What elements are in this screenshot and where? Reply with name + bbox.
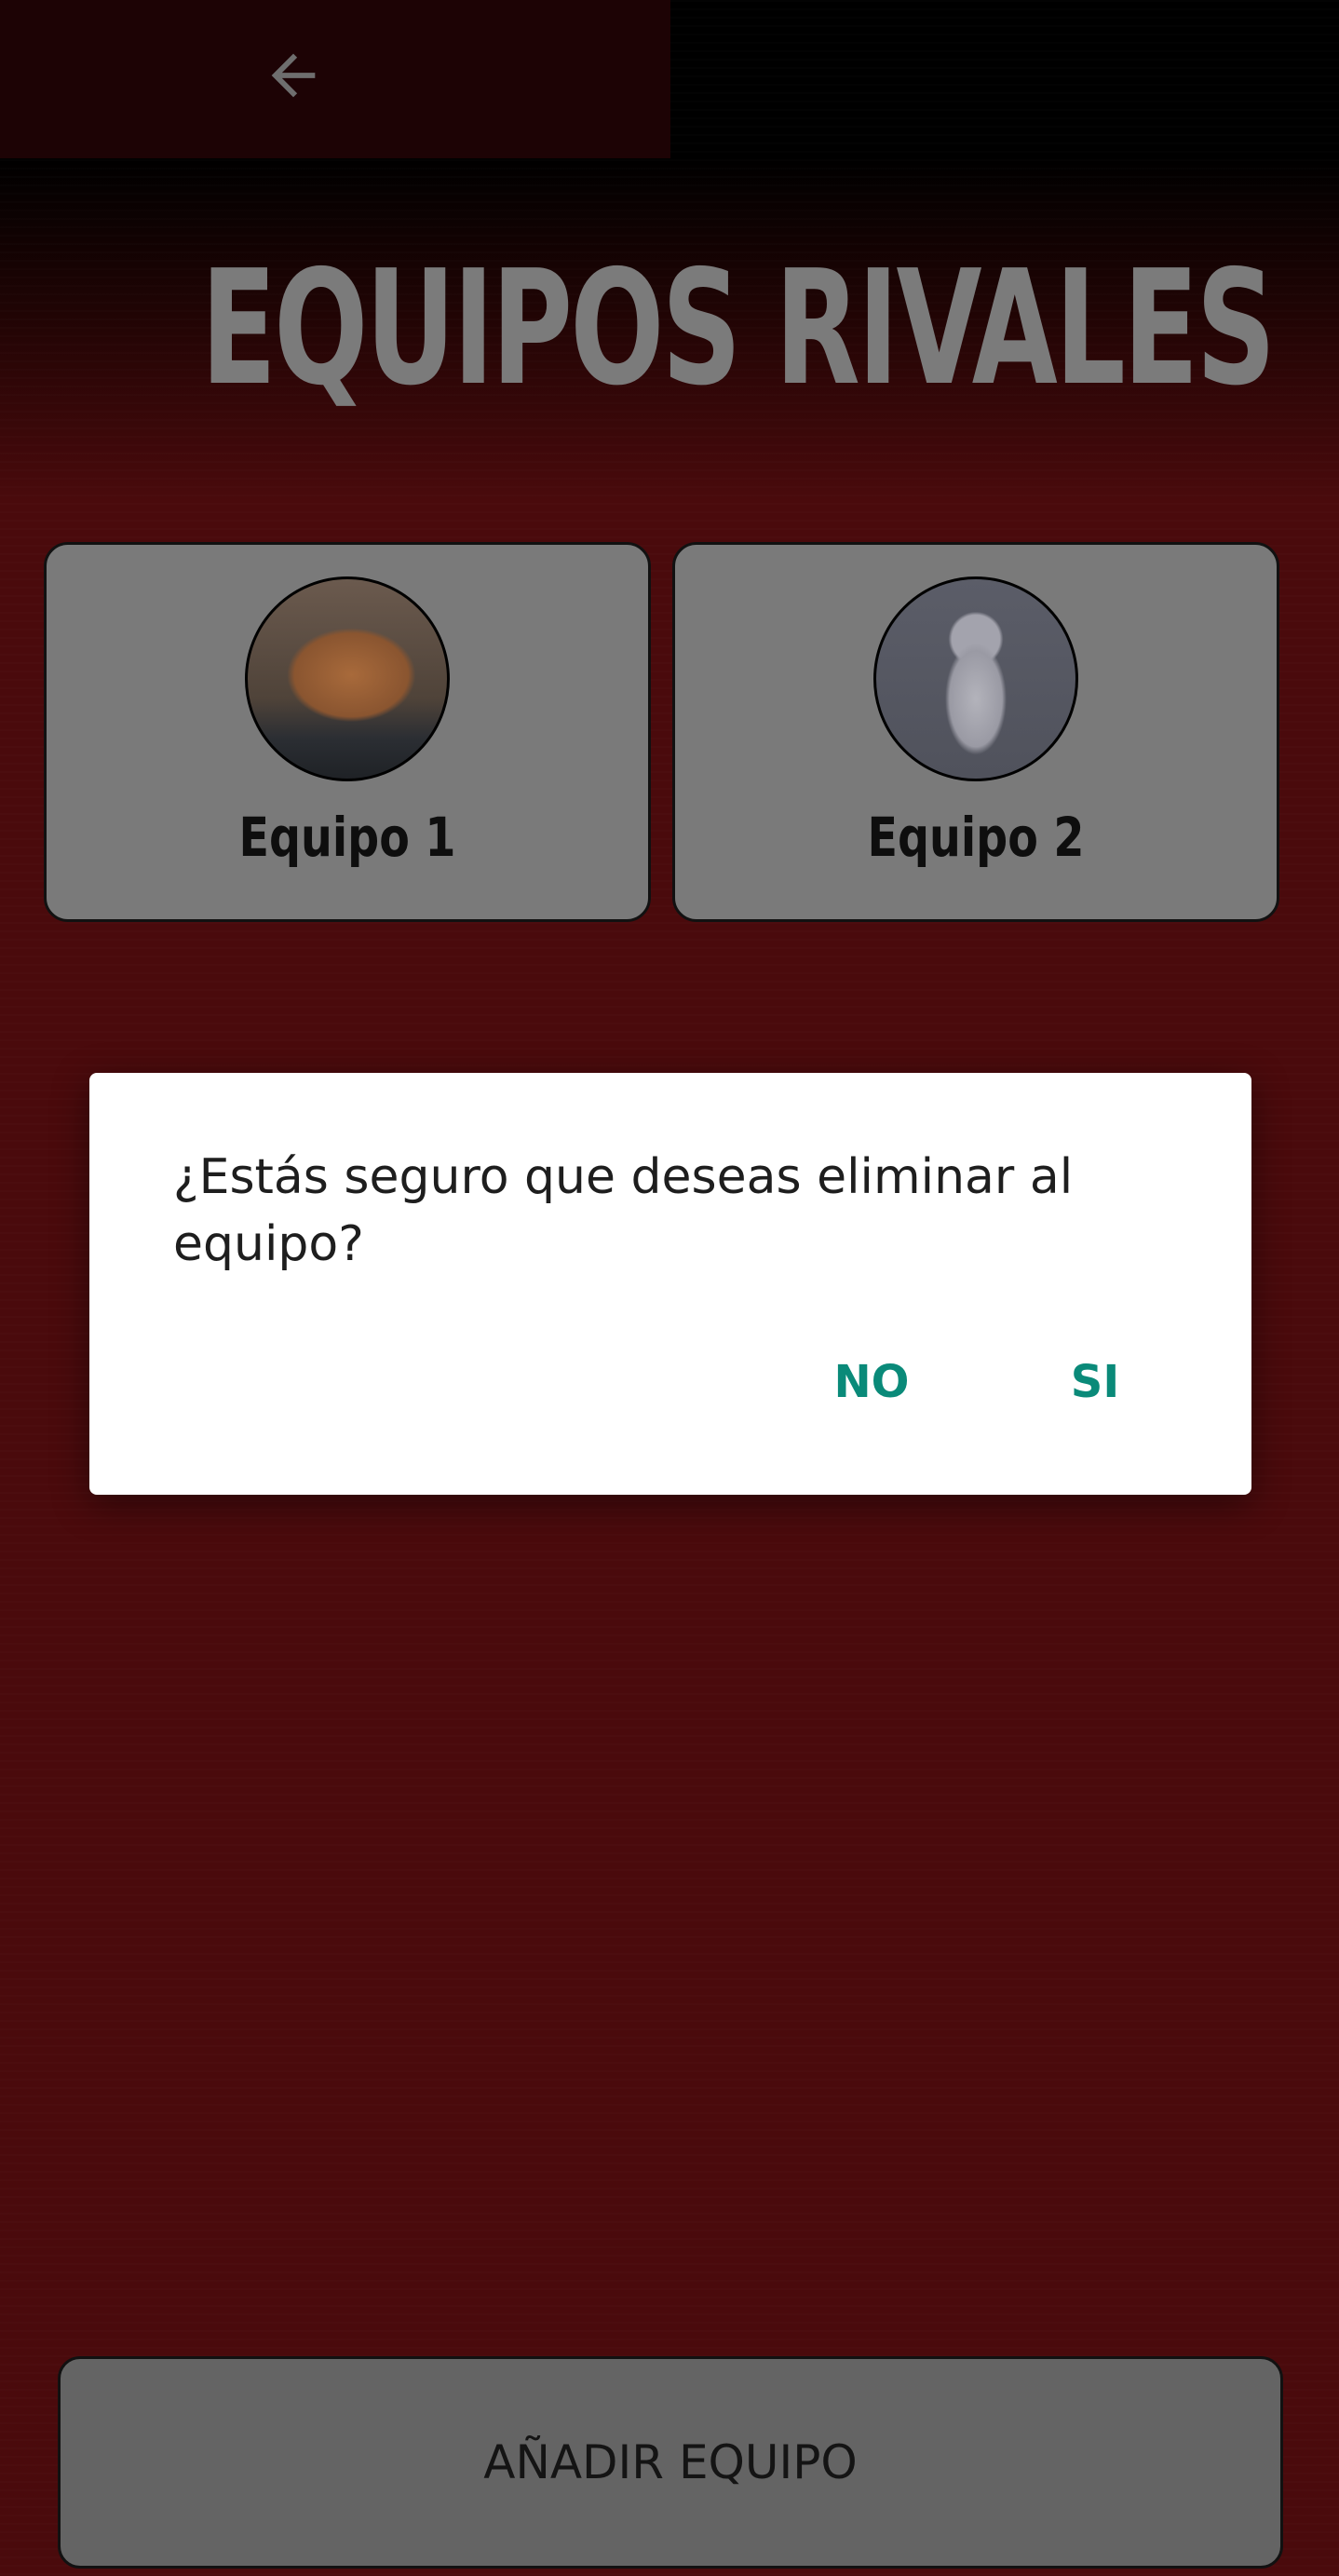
rival-teams-screen: EQUIPOS RIVALES Equipo 1 Equipo 2 ¿Estás…: [0, 0, 1339, 2576]
team-name-1: Equipo 1: [238, 806, 456, 869]
arrow-left-icon: [271, 53, 316, 98]
page-title: EQUIPOS RIVALES: [200, 237, 1277, 421]
no-button[interactable]: NO: [816, 1345, 927, 1419]
team-card-1[interactable]: Equipo 1: [44, 542, 651, 922]
back-button[interactable]: [247, 37, 340, 114]
team-card-2[interactable]: Equipo 2: [672, 542, 1279, 922]
team-name-2: Equipo 2: [867, 806, 1085, 869]
dialog-message: ¿Estás seguro que deseas eliminar al equ…: [173, 1149, 1074, 1272]
yes-button[interactable]: SI: [1039, 1345, 1151, 1419]
team-avatar-2: [873, 576, 1078, 781]
add-team-button[interactable]: AÑADIR EQUIPO: [58, 2356, 1283, 2569]
delete-confirm-dialog: ¿Estás seguro que deseas eliminar al equ…: [89, 1073, 1251, 1495]
team-avatar-1: [245, 576, 450, 781]
top-bar: [0, 0, 670, 158]
